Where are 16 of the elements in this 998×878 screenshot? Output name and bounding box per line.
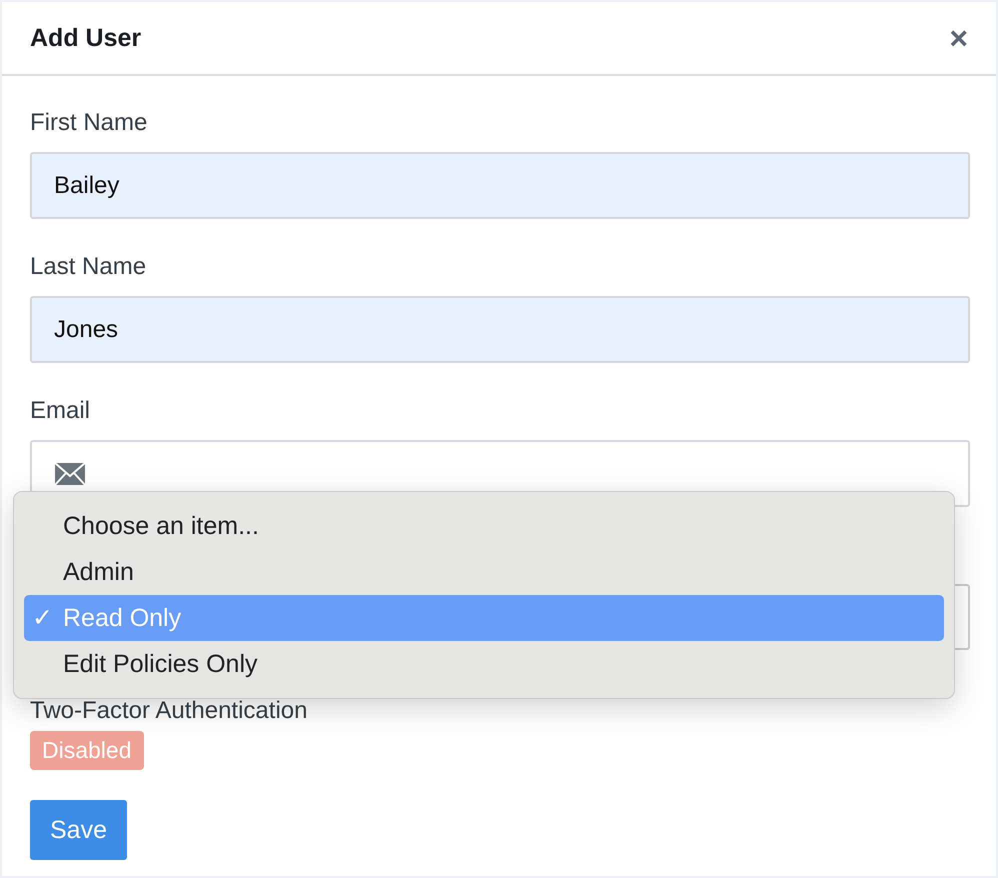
- dialog-title: Add User: [30, 24, 142, 52]
- input-field[interactable]: Bailey: [30, 152, 970, 219]
- menu-option[interactable]: Edit Policies Only: [24, 641, 944, 687]
- menu-option[interactable]: Admin: [24, 549, 944, 595]
- field-value: Jones: [54, 316, 118, 344]
- menu-option[interactable]: Choose an item...: [24, 503, 944, 549]
- field-label: First Name: [30, 109, 148, 137]
- input-field[interactable]: Jones: [30, 296, 970, 363]
- field-label: Two-Factor Authentication: [30, 697, 308, 725]
- status-badge: Disabled: [30, 731, 144, 770]
- field-label: Last Name: [30, 253, 148, 281]
- close-button[interactable]: ×: [949, 22, 968, 54]
- mail-icon: [54, 462, 86, 486]
- field-value: Bailey: [54, 172, 120, 200]
- check-icon: ✓: [32, 603, 57, 633]
- field-label: Email: [30, 397, 92, 425]
